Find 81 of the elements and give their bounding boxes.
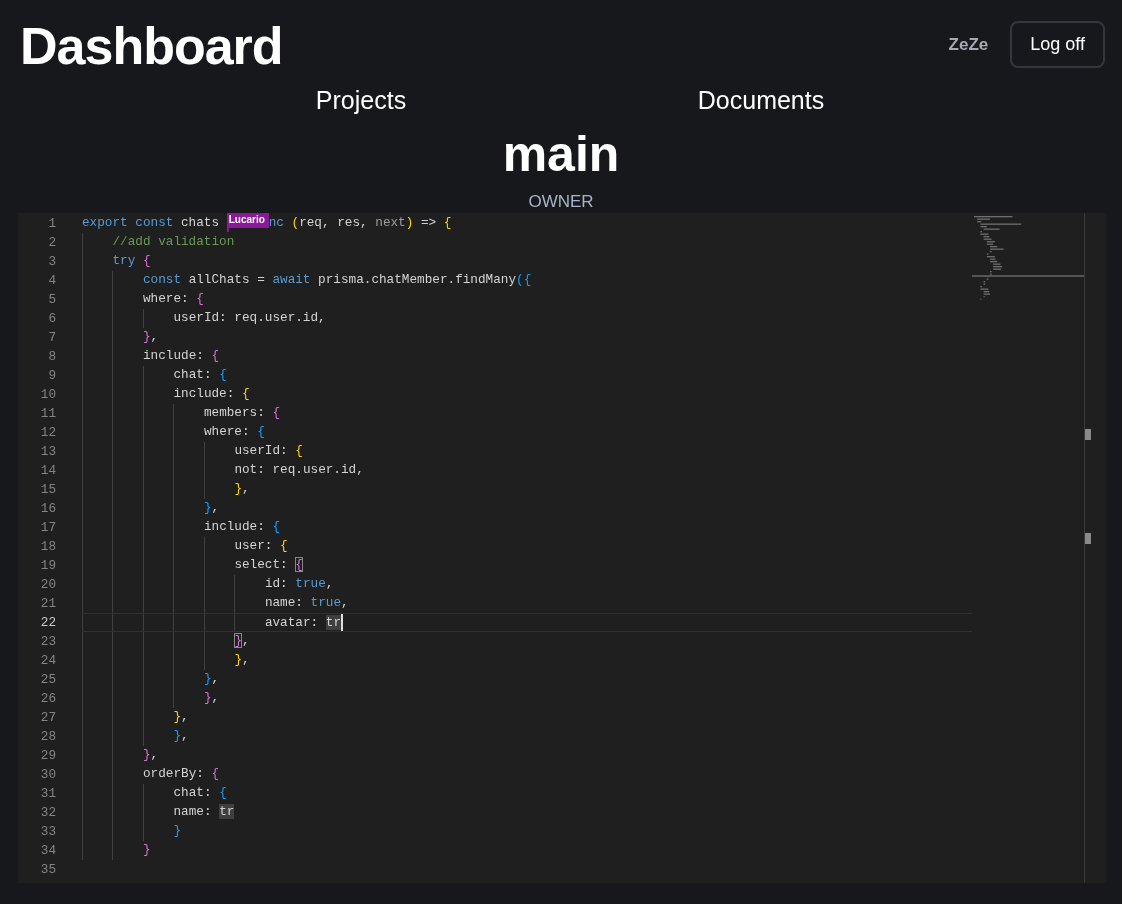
line-number: 9 <box>47 367 56 385</box>
collaborator-cursor <box>226 228 229 232</box>
text-cursor <box>341 614 344 631</box>
line-number: 30 <box>39 766 56 784</box>
line-number: 33 <box>39 823 56 841</box>
line-number: 24 <box>39 652 56 670</box>
scrollbar-marker <box>1085 429 1091 440</box>
code-line: }, <box>142 746 159 764</box>
line-number: 16 <box>39 500 56 518</box>
line-number: 13 <box>39 443 56 461</box>
line-number: 10 <box>39 386 56 404</box>
page-title: Dashboard <box>20 20 283 72</box>
line-number: 31 <box>39 785 56 803</box>
line-number: 19 <box>39 557 56 575</box>
line-number: 21 <box>39 595 56 613</box>
code-line: orderBy: { <box>142 765 220 783</box>
line-number: 22 <box>39 614 56 632</box>
code-line: name: tr <box>173 803 235 821</box>
code-line: const allChats = await prisma.chatMember.findMany({ <box>142 271 532 289</box>
line-number: 35 <box>39 861 56 879</box>
code-line: include: { <box>173 385 250 403</box>
line-number: 17 <box>39 519 56 537</box>
code-line: chat: { <box>173 784 227 802</box>
line-number: 28 <box>39 728 56 746</box>
scrollbar-marker <box>1085 533 1091 544</box>
line-number: 7 <box>47 329 56 347</box>
line-number: 4 <box>47 272 56 290</box>
code-line: userId: { <box>234 442 303 460</box>
line-number: 25 <box>39 671 56 689</box>
code-line: avatar: tr <box>264 614 344 632</box>
code-line: //add validation <box>112 233 235 251</box>
line-number: 2 <box>47 234 56 252</box>
code-line: include: { <box>203 518 281 536</box>
code-line: user: { <box>234 537 288 555</box>
code-line: } <box>173 822 182 840</box>
username: ZeZe <box>948 33 989 56</box>
line-number: 26 <box>39 690 56 708</box>
log-off-button[interactable]: Log off <box>1010 21 1105 68</box>
nav-link[interactable]: Projects <box>315 83 407 117</box>
code-line: }, <box>173 727 189 745</box>
code-line: }, <box>203 499 220 517</box>
code-line: select: { <box>234 556 303 574</box>
code-line: try { <box>112 252 151 270</box>
code-line: not: req.user.id, <box>234 461 364 479</box>
line-number: 15 <box>39 481 56 499</box>
line-number: 8 <box>47 348 56 366</box>
line-number: 3 <box>47 253 56 271</box>
line-number: 1 <box>47 215 56 233</box>
code-line: include: { <box>142 347 220 365</box>
line-number: 11 <box>39 405 56 423</box>
line-number: 29 <box>39 747 56 765</box>
code-line: export const chats Lucario nc (req, res, next) => { <box>82 214 452 232</box>
code-line: members: { <box>203 404 281 422</box>
line-number: 12 <box>39 424 56 442</box>
code-line: }, <box>234 480 250 498</box>
code-line: userId: req.user.id, <box>173 309 326 327</box>
line-number: 23 <box>39 633 56 651</box>
code-line: }, <box>203 689 220 707</box>
code-line: chat: { <box>173 366 227 384</box>
code-line: }, <box>173 708 189 726</box>
code-line: name: true, <box>264 594 349 612</box>
line-number: 18 <box>39 538 56 556</box>
line-number: 5 <box>47 291 56 309</box>
line-number: 34 <box>39 842 56 860</box>
code-line: }, <box>203 670 220 688</box>
line-number: 32 <box>39 804 56 822</box>
project-name: main <box>502 129 620 179</box>
code-line: where: { <box>142 290 204 308</box>
code-line: }, <box>142 328 159 346</box>
code-line: where: { <box>203 423 265 441</box>
line-number: 6 <box>47 310 56 328</box>
nav-link[interactable]: Documents <box>697 83 825 117</box>
code-line: } <box>142 841 151 859</box>
line-number: 20 <box>39 576 56 594</box>
line-number: 14 <box>39 462 56 480</box>
code-editor[interactable] <box>18 213 1106 883</box>
project-role: OWNER <box>528 193 594 210</box>
code-line: }, <box>234 651 250 669</box>
line-number: 27 <box>39 709 56 727</box>
code-line: }, <box>234 632 250 650</box>
code-line: id: true, <box>264 575 334 593</box>
